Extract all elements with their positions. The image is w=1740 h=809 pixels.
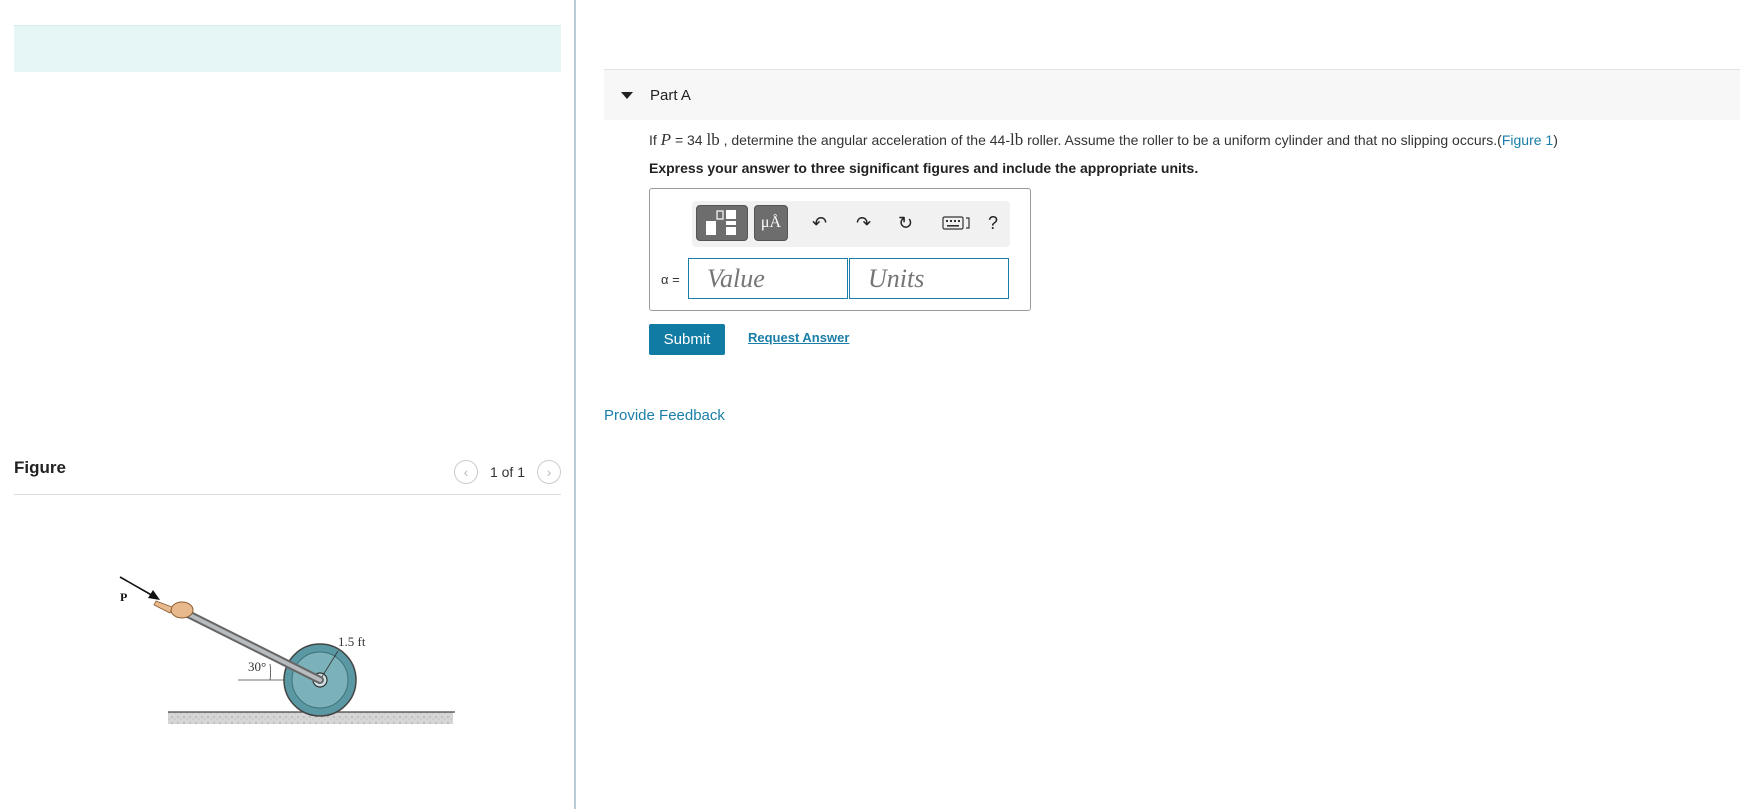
figure-header: Figure ‹ 1 of 1 › xyxy=(14,448,561,495)
redo-icon[interactable]: ↷ xyxy=(856,213,871,234)
force-label: P xyxy=(120,590,127,604)
instruction-text: Express your answer to three significant… xyxy=(649,160,1199,176)
math-toolbar: μÅ ↶ ↷ ↻ ? xyxy=(692,201,1010,247)
undo-icon[interactable]: ↶ xyxy=(812,213,827,234)
templates-icon xyxy=(706,210,736,235)
value-input[interactable] xyxy=(688,258,848,299)
caret-down-icon xyxy=(621,92,633,99)
figure-link[interactable]: Figure 1 xyxy=(1502,132,1553,148)
reset-icon[interactable]: ↻ xyxy=(898,213,913,234)
roller-figure: 30° 1.5 ft P xyxy=(119,576,455,724)
answer-box: μÅ ↶ ↷ ↻ ? α = xyxy=(649,188,1031,311)
request-answer-link[interactable]: Request Answer xyxy=(748,330,849,345)
question-text: If P = 34 lb , determine the angular acc… xyxy=(649,130,1558,149)
templates-button[interactable] xyxy=(696,205,748,241)
angle-label: 30° xyxy=(248,659,266,674)
submit-button[interactable]: Submit xyxy=(649,324,725,355)
help-icon[interactable]: ? xyxy=(988,213,998,234)
radius-label: 1.5 ft xyxy=(338,634,366,649)
pager-text: 1 of 1 xyxy=(489,464,525,480)
figure-title: Figure xyxy=(14,458,66,477)
units-input[interactable] xyxy=(849,258,1009,299)
keyboard-icon[interactable] xyxy=(942,215,972,236)
chevron-right-icon: › xyxy=(546,464,552,480)
question-panel: Part A If P = 34 lb , determine the angu… xyxy=(604,0,1740,809)
part-a-header[interactable]: Part A xyxy=(604,69,1740,120)
next-figure-button[interactable]: › xyxy=(537,460,561,484)
provide-feedback-link[interactable]: Provide Feedback xyxy=(604,407,725,424)
part-title: Part A xyxy=(650,87,691,104)
figure-pager: ‹ 1 of 1 › xyxy=(453,460,561,484)
units-button[interactable]: μÅ xyxy=(754,205,788,241)
info-banner xyxy=(14,25,561,72)
prev-figure-button[interactable]: ‹ xyxy=(453,460,478,484)
hand xyxy=(170,601,194,619)
left-panel: Figure ‹ 1 of 1 › 30° 1.5 ft P xyxy=(0,0,576,809)
variable-label: α = xyxy=(661,272,680,287)
chevron-left-icon: ‹ xyxy=(463,464,469,480)
angle-arc xyxy=(269,663,272,681)
